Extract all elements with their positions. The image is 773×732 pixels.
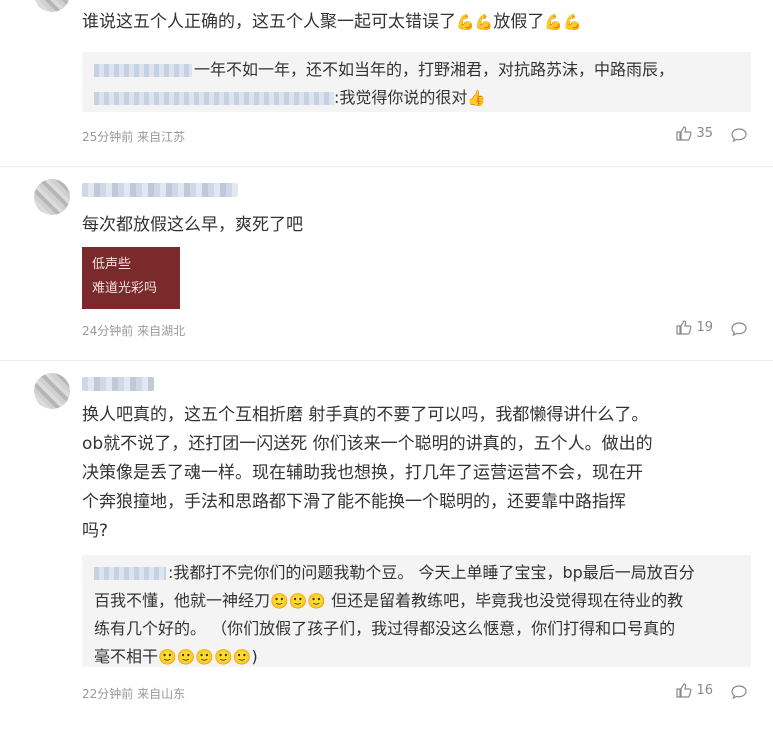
reply-username[interactable]	[94, 64, 192, 77]
like-count: 19	[696, 320, 713, 335]
slightly-smiling-face-emoji: 🙂	[214, 648, 233, 666]
username[interactable]	[82, 183, 238, 197]
slightly-smiling-face-emoji: 🙂	[232, 648, 252, 666]
flexed-biceps-emoji: 💪	[563, 13, 582, 31]
comment-bubble-icon[interactable]	[731, 685, 747, 699]
avatar[interactable]	[34, 373, 70, 409]
like-button[interactable]: 16	[676, 683, 713, 698]
username[interactable]	[82, 377, 154, 391]
flexed-biceps-emoji: 💪	[544, 13, 564, 31]
slightly-smiling-face-emoji: 🙂	[176, 648, 196, 666]
reply-box[interactable]: 一年不如一年，还不如当年的，打野湘君，对抗路苏沫，中路雨辰， :我觉得你说的很对…	[82, 52, 751, 112]
thumbs-up-icon	[676, 320, 692, 335]
comment-1: 谁说这五个人正确的，这五个人聚一起可太错误了💪💪放假了💪💪 一年不如一年，还不如…	[0, 0, 773, 167]
thumbs-up-icon	[676, 126, 692, 141]
slightly-smiling-face-emoji: 🙂	[307, 592, 327, 610]
avatar[interactable]	[34, 0, 70, 12]
slightly-smiling-face-emoji: 🙂	[195, 648, 215, 666]
flexed-biceps-emoji: 💪	[474, 13, 494, 31]
flexed-biceps-emoji: 💪	[456, 13, 475, 31]
slightly-smiling-face-emoji: 🙂	[288, 592, 308, 610]
reply-username[interactable]	[94, 567, 166, 580]
slightly-smiling-face-emoji: 🙂	[158, 648, 177, 666]
thumbs-up-emoji: 👍	[467, 89, 487, 107]
comment-bubble-icon[interactable]	[731, 322, 747, 336]
comment-text: 每次都放假这么早，爽死了吧	[82, 215, 303, 235]
sticker-image[interactable]: 低声些 难道光彩吗	[82, 247, 180, 309]
comment-2: 每次都放假这么早，爽死了吧 低声些 难道光彩吗 24分钟前 来自湖北 19	[0, 167, 773, 361]
comment-meta: 22分钟前 来自山东	[82, 687, 186, 701]
comment-text: 换人吧真的，这五个互相折磨 射手真的不要了可以吗，我都懒得讲什么了。 ob就不说…	[82, 405, 653, 541]
reply-username[interactable]	[94, 92, 334, 105]
like-count: 16	[696, 683, 713, 698]
slightly-smiling-face-emoji: 🙂	[270, 592, 289, 610]
comment-meta: 24分钟前 来自湖北	[82, 324, 186, 338]
like-button[interactable]: 19	[676, 320, 713, 335]
like-button[interactable]: 35	[676, 126, 713, 141]
comment-text: 谁说这五个人正确的，这五个人聚一起可太错误了💪💪放假了💪💪	[82, 12, 582, 32]
thumbs-up-icon	[676, 683, 692, 698]
comment-meta: 25分钟前 来自江苏	[82, 130, 186, 144]
reply-box[interactable]: :我都打不完你们的问题我勒个豆。 今天上单睡了宝宝，bp最后一局放百分 百我不懂…	[82, 555, 751, 667]
comment-bubble-icon[interactable]	[731, 128, 747, 142]
like-count: 35	[696, 126, 713, 141]
avatar[interactable]	[34, 179, 70, 215]
comment-3: 换人吧真的，这五个互相折磨 射手真的不要了可以吗，我都懒得讲什么了。 ob就不说…	[0, 361, 773, 732]
